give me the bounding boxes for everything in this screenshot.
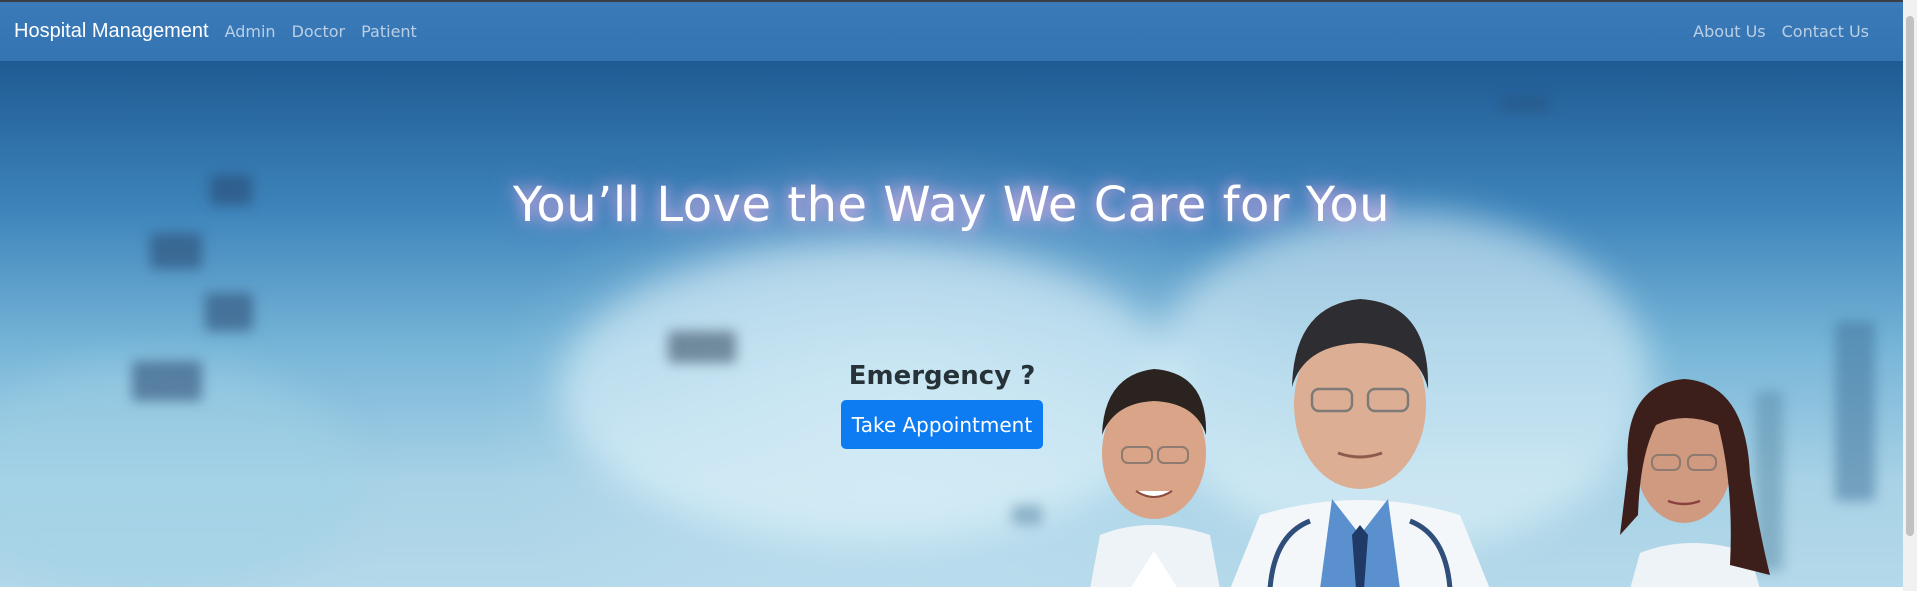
emergency-block: Emergency ? bbox=[842, 361, 1042, 397]
background-blur-shape bbox=[1012, 505, 1042, 525]
emergency-label: Emergency ? bbox=[848, 361, 1036, 391]
background-blur-shape bbox=[205, 293, 253, 331]
doctor-right bbox=[1620, 379, 1770, 587]
vertical-scrollbar[interactable] bbox=[1903, 0, 1917, 591]
background-blur-shape bbox=[132, 361, 202, 401]
hero-headline: You’ll Love the Way We Care for You bbox=[512, 177, 1391, 234]
nav-link-admin[interactable]: Admin bbox=[217, 22, 284, 41]
hero-section: You’ll Love the Way We Care for You Emer… bbox=[0, 61, 1903, 587]
nav-link-doctor[interactable]: Doctor bbox=[284, 22, 354, 41]
doctor-left bbox=[1090, 369, 1220, 587]
take-appointment-button[interactable]: Take Appointment bbox=[841, 400, 1043, 449]
nav-link-about-us[interactable]: About Us bbox=[1685, 22, 1773, 41]
navbar: Hospital Management Admin Doctor Patient… bbox=[0, 2, 1903, 61]
nav-link-contact-us[interactable]: Contact Us bbox=[1774, 22, 1877, 41]
scrollbar-thumb[interactable] bbox=[1906, 16, 1914, 536]
background-blur-shape bbox=[668, 331, 736, 363]
navbar-brand[interactable]: Hospital Management bbox=[14, 20, 209, 43]
page: Hospital Management Admin Doctor Patient… bbox=[0, 0, 1903, 591]
window-top-border bbox=[0, 0, 1917, 2]
background-blur-shape bbox=[1835, 321, 1875, 501]
background-blur-shape bbox=[1500, 97, 1550, 111]
nav-left-links: Admin Doctor Patient bbox=[217, 22, 425, 41]
page-bottom-edge bbox=[0, 587, 1903, 591]
background-blur-shape bbox=[150, 233, 202, 269]
nav-link-patient[interactable]: Patient bbox=[353, 22, 425, 41]
doctor-center bbox=[1230, 299, 1490, 587]
nav-right-links: About Us Contact Us bbox=[1685, 22, 1877, 41]
doctors-image bbox=[1090, 299, 1770, 587]
